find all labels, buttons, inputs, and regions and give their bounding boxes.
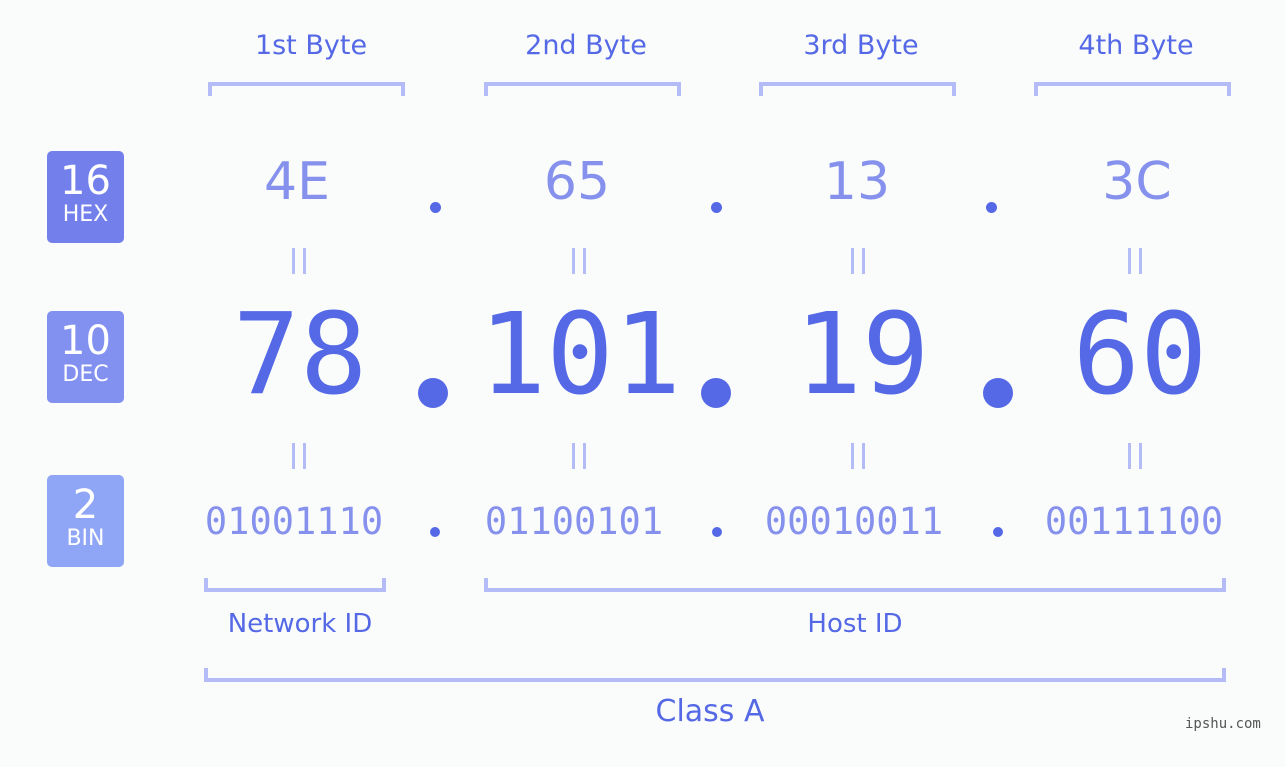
dec-value-2: 101	[478, 290, 682, 420]
equals-icon	[1128, 248, 1142, 274]
bin-base: 2	[72, 482, 99, 528]
equals-icon	[292, 443, 306, 469]
equals-icon	[572, 443, 586, 469]
host-id-bracket	[484, 578, 1226, 592]
byte-label-4: 4th Byte	[1078, 30, 1194, 61]
byte-bracket-4	[1034, 82, 1231, 96]
bin-name: BIN	[66, 526, 105, 551]
network-id-bracket	[204, 578, 386, 592]
equals-icon	[851, 443, 865, 469]
dec-dot-3	[983, 378, 1013, 408]
bin-dot-1	[430, 527, 440, 537]
dec-base: 10	[60, 318, 111, 364]
hex-value-4: 3C	[1102, 152, 1172, 212]
hex-dot-3	[986, 202, 997, 213]
byte-label-1: 1st Byte	[254, 30, 368, 61]
hex-base: 16	[60, 158, 111, 204]
host-id-label: Host ID	[807, 609, 903, 639]
hex-value-2: 65	[543, 152, 611, 212]
hex-badge: 16 HEX	[47, 151, 124, 243]
bin-value-3: 00010011	[764, 500, 944, 543]
bin-value-1: 01001110	[204, 500, 384, 543]
dec-dot-1	[418, 378, 448, 408]
dec-badge: 10 DEC	[47, 311, 124, 403]
dec-value-3: 19	[794, 290, 930, 420]
equals-icon	[851, 248, 865, 274]
equals-icon	[292, 248, 306, 274]
equals-icon	[572, 248, 586, 274]
class-bracket	[204, 668, 1226, 682]
equals-icon	[1128, 443, 1142, 469]
byte-label-2: 2nd Byte	[525, 30, 647, 61]
bin-value-2: 01100101	[484, 500, 664, 543]
byte-bracket-3	[759, 82, 956, 96]
network-id-label: Network ID	[227, 609, 373, 639]
bin-dot-3	[993, 527, 1003, 537]
hex-name: HEX	[62, 202, 109, 227]
byte-label-3: 3rd Byte	[803, 30, 919, 61]
dec-dot-2	[701, 378, 731, 408]
dec-name: DEC	[62, 362, 109, 387]
dec-value-4: 60	[1072, 290, 1208, 420]
hex-value-1: 4E	[264, 152, 330, 212]
dec-value-1: 78	[232, 290, 368, 420]
watermark: ipshu.com	[1185, 716, 1261, 732]
hex-value-3: 13	[823, 152, 891, 212]
hex-dot-2	[711, 202, 722, 213]
byte-bracket-1	[208, 82, 405, 96]
bin-value-4: 00111100	[1044, 500, 1224, 543]
class-label: Class A	[655, 694, 765, 729]
bin-badge: 2 BIN	[47, 475, 124, 567]
bin-dot-2	[712, 527, 722, 537]
hex-dot-1	[430, 202, 441, 213]
byte-bracket-2	[484, 82, 681, 96]
